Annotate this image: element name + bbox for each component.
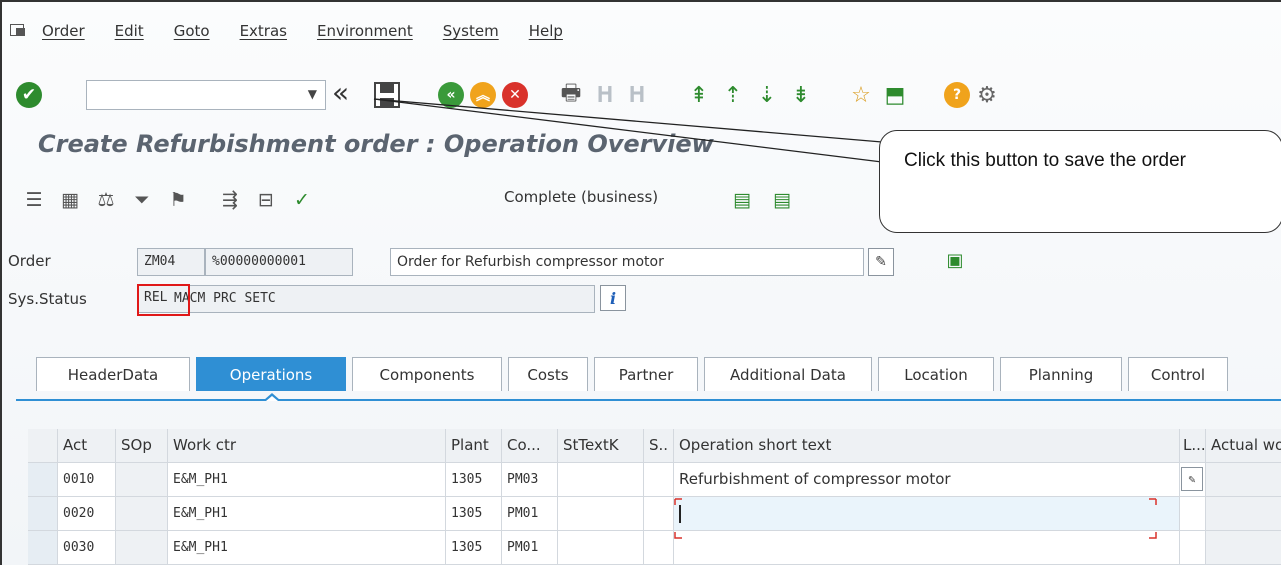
focus-corner-tr xyxy=(1149,498,1157,505)
focus-corner-bl xyxy=(674,532,682,539)
focus-corner-br xyxy=(1149,532,1157,539)
sap-window: Order Edit Goto Extras Environment Syste… xyxy=(0,0,1281,565)
focus-corner-tl xyxy=(674,498,682,505)
focus-corners xyxy=(674,498,1157,539)
